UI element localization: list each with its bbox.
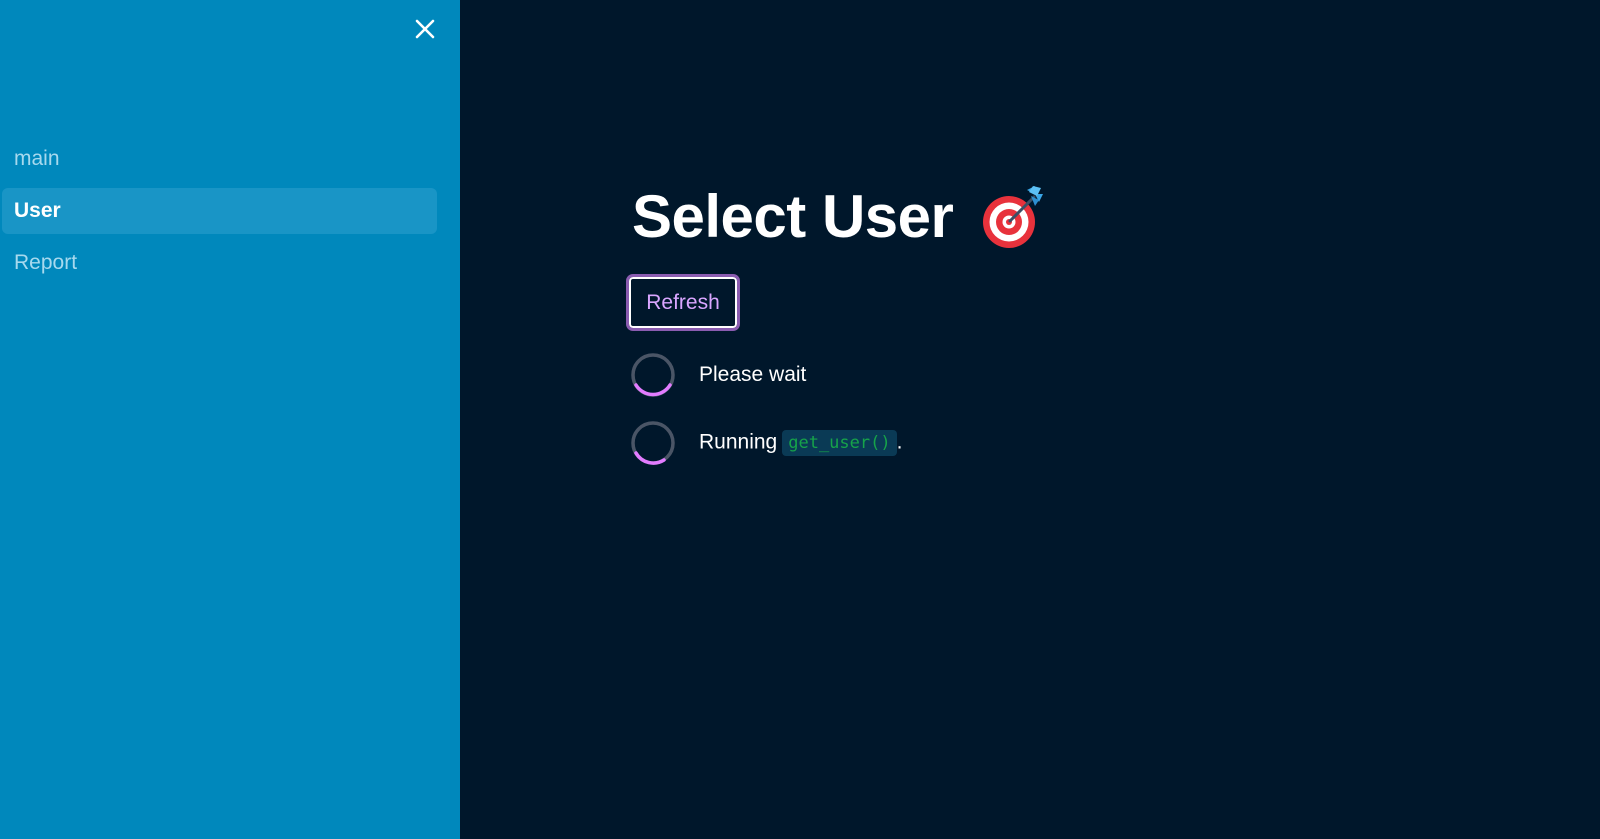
close-sidebar-button[interactable] [412,16,438,42]
main-content: Select User Refresh Please wait Running … [460,0,1600,839]
sidebar-nav: main User Report [2,136,437,292]
sidebar-item-report[interactable]: Report [2,240,437,286]
close-icon [415,19,435,39]
target-dart-icon [983,185,1044,248]
spinner-icon [631,353,675,397]
page-title: Select User [632,182,1045,251]
sidebar-item-label: User [14,199,61,222]
status-please-wait: Please wait [630,352,806,398]
status-suffix: . [896,430,903,454]
function-code: get_user() [782,430,897,456]
spinner-icon [631,421,675,465]
status-text: Running get_user(). [699,430,902,456]
sidebar-item-main[interactable]: main [2,136,437,182]
sidebar-item-user[interactable]: User [2,188,437,234]
page-title-text: Select User [632,183,954,250]
status-prefix: Running [699,430,778,454]
sidebar-item-label: main [14,147,60,170]
sidebar-item-label: Report [14,251,78,274]
sidebar: main User Report [0,0,460,839]
app-window: main User Report Select User Refresh Ple… [0,0,1600,839]
status-text: Please wait [699,363,807,386]
status-running: Running get_user(). [630,420,902,466]
refresh-button[interactable]: Refresh [626,274,740,331]
